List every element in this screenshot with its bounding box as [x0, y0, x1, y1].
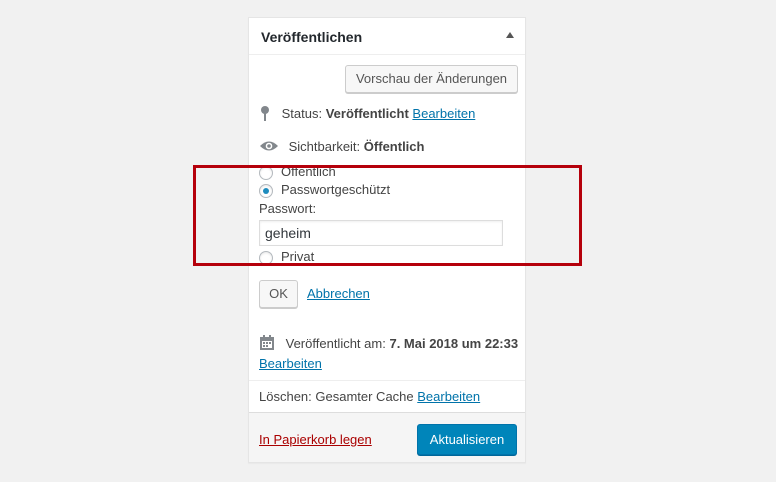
visibility-option-private[interactable]: Privat — [259, 249, 314, 265]
update-button[interactable]: Aktualisieren — [417, 424, 517, 455]
visibility-row: Sichtbarkeit: Öffentlich — [259, 139, 424, 156]
visibility-value: Öffentlich — [363, 139, 425, 154]
publish-metabox: Veröffentlichen Vorschau der Änderungen … — [248, 17, 526, 463]
radio-public[interactable] — [259, 165, 273, 180]
metabox-title: Veröffentlichen — [261, 29, 363, 45]
cache-label: Löschen: Gesamter Cache — [259, 389, 414, 404]
divider — [249, 380, 525, 381]
edit-status-link[interactable]: Bearbeiten — [412, 106, 475, 121]
edit-cache-link[interactable]: Bearbeiten — [417, 389, 480, 404]
published-label: Veröffentlicht am: — [285, 335, 386, 351]
cache-row: Löschen: Gesamter Cache Bearbeiten — [259, 389, 480, 404]
password-input[interactable] — [259, 220, 503, 246]
pin-icon — [259, 105, 271, 124]
collapse-toggle-icon[interactable] — [506, 32, 514, 38]
visibility-label: Sichtbarkeit: — [288, 139, 361, 154]
calendar-icon — [259, 335, 275, 354]
trash-link[interactable]: In Papierkorb legen — [259, 432, 372, 447]
radio-private[interactable] — [259, 250, 273, 265]
published-row: Veröffentlicht am: 7. Mai 2018 um 22:33 — [259, 335, 518, 354]
option-label: Privat — [281, 249, 315, 264]
status-value: Veröffentlicht — [325, 105, 409, 121]
status-row: Status: Veröffentlicht Bearbeiten — [259, 105, 475, 124]
status-label: Status: — [281, 105, 323, 121]
preview-changes-button[interactable]: Vorschau der Änderungen — [345, 65, 518, 93]
option-label: Öffentlich — [281, 164, 336, 179]
visibility-option-password[interactable]: Passwortgeschützt — [259, 182, 390, 198]
eye-icon — [259, 139, 279, 156]
radio-password[interactable] — [259, 183, 273, 198]
edit-date-link[interactable]: Bearbeiten — [259, 356, 322, 371]
visibility-option-public[interactable]: Öffentlich — [259, 164, 336, 180]
password-label: Passwort: — [259, 201, 317, 216]
published-value: 7. Mai 2018 um 22:33 — [389, 335, 519, 351]
metabox-header[interactable]: Veröffentlichen — [249, 18, 525, 55]
option-label: Passwortgeschützt — [281, 182, 391, 197]
cancel-link[interactable]: Abbrechen — [307, 286, 370, 301]
ok-button[interactable]: OK — [259, 280, 298, 308]
